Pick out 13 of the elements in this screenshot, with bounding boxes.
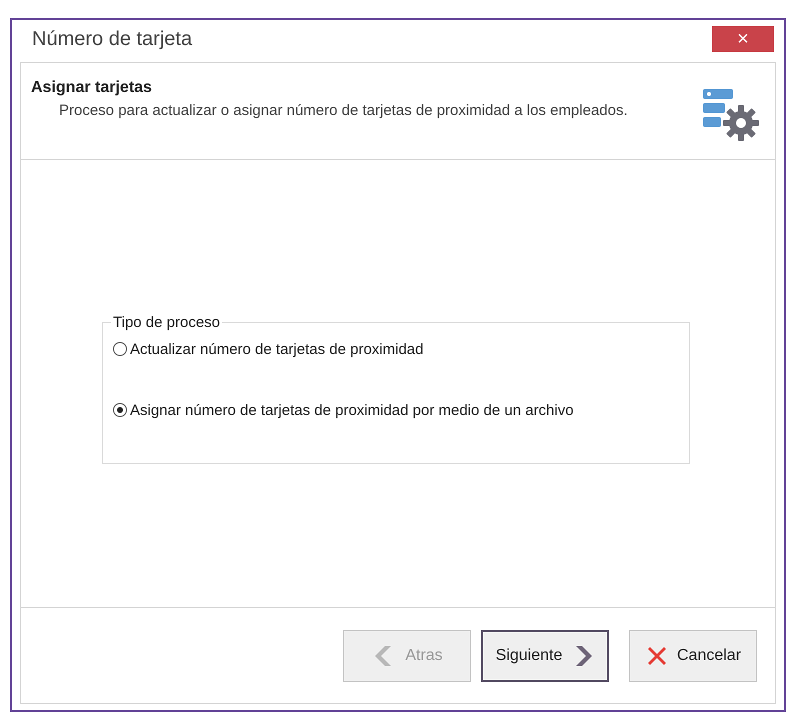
group-legend: Tipo de proceso — [111, 314, 222, 330]
radio-option[interactable]: Asignar número de tarjetas de proximidad por medio de un archivo — [113, 402, 677, 418]
radio-button[interactable] — [113, 403, 127, 417]
option-label: Actualizar número de tarjetas de proximidad — [130, 340, 424, 358]
cancel-button[interactable]: Cancelar — [629, 630, 757, 682]
radio-button[interactable] — [113, 342, 127, 356]
radio-option[interactable]: Actualizar número de tarjetas de proximidad — [113, 340, 677, 358]
next-button[interactable]: Siguiente — [481, 630, 609, 682]
close-button[interactable]: × — [712, 26, 774, 52]
option-label: Asignar número de tarjetas de proximidad por medio de un archivo — [130, 402, 574, 418]
header-title: Asignar tarjetas — [31, 79, 153, 97]
header-description: Proceso para actualizar o asignar número de tarjetas de proximidad a los empleados. — [59, 101, 629, 121]
window-title: Número de tarjeta — [32, 28, 192, 50]
